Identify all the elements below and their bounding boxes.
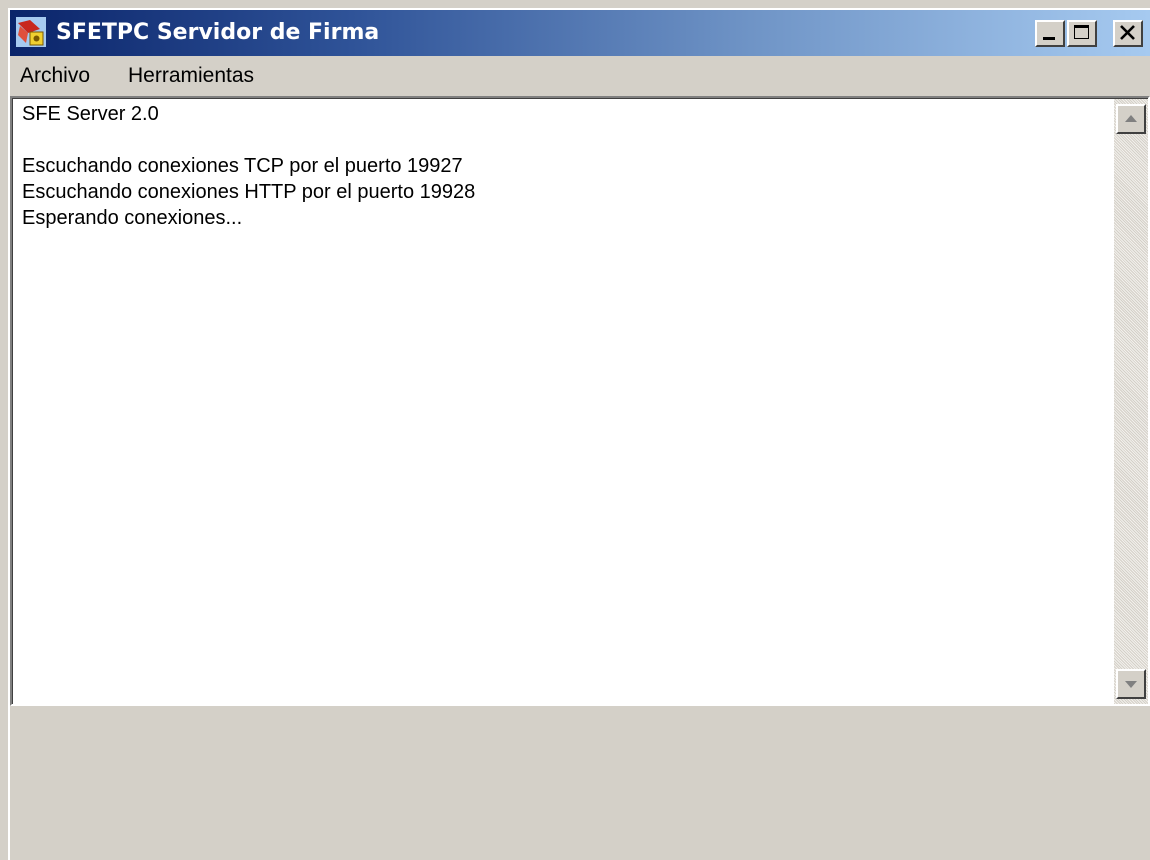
window-title: SFETPC Servidor de Firma <box>56 20 380 45</box>
status-area <box>10 706 1150 860</box>
menu-herramientas[interactable]: Herramientas <box>128 56 254 96</box>
log-line: SFE Server 2.0 <box>22 103 159 125</box>
sfe-app-icon[interactable] <box>16 17 46 47</box>
scroll-up-button[interactable] <box>1116 104 1146 134</box>
minimize-icon <box>1043 37 1055 40</box>
log-output: SFE Server 2.0 Escuchando conexiones TCP… <box>22 101 475 231</box>
close-icon <box>1120 25 1135 40</box>
scroll-up-arrow-icon <box>1125 115 1137 122</box>
log-line: Escuchando conexiones TCP por el puerto … <box>22 155 463 177</box>
maximize-button[interactable] <box>1067 20 1097 47</box>
scroll-down-arrow-icon <box>1125 681 1137 688</box>
log-line: Escuchando conexiones HTTP por el puerto… <box>22 181 476 203</box>
vertical-scrollbar[interactable] <box>1114 99 1148 704</box>
close-button[interactable] <box>1113 20 1143 47</box>
app-window: SFETPC Servidor de Firma Archivo Herrami… <box>8 8 1150 860</box>
log-line: Esperando conexiones... <box>22 207 243 229</box>
log-textarea[interactable]: SFE Server 2.0 Escuchando conexiones TCP… <box>10 96 1150 706</box>
minimize-button[interactable] <box>1035 20 1065 47</box>
maximize-icon <box>1074 25 1089 39</box>
menu-archivo[interactable]: Archivo <box>20 56 90 96</box>
title-bar[interactable]: SFETPC Servidor de Firma <box>10 10 1150 56</box>
menu-bar: Archivo Herramientas <box>10 56 1150 96</box>
scroll-down-button[interactable] <box>1116 669 1146 699</box>
